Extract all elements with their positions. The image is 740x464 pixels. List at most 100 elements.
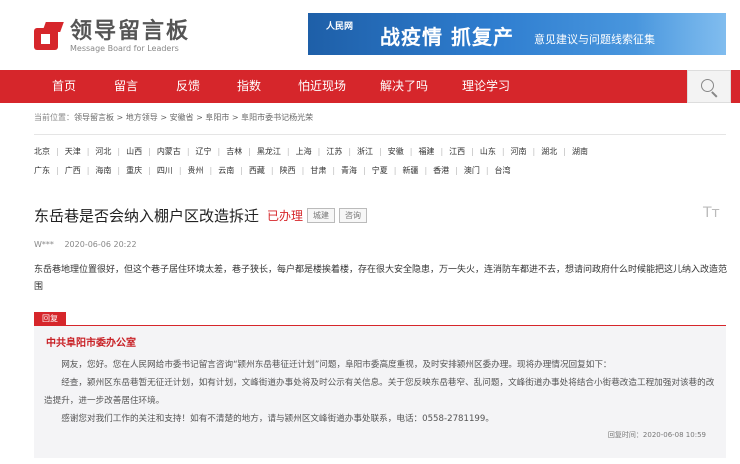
region-link[interactable]: 重庆: [126, 165, 142, 176]
region-separator: |: [286, 147, 290, 156]
logo-title: 领导留言板: [70, 19, 191, 44]
logo-mark-icon: [34, 22, 64, 52]
region-separator: |: [86, 166, 90, 175]
region-separator: |: [485, 166, 489, 175]
font-size-icon[interactable]: Tт: [703, 205, 720, 221]
message-time: 2020-06-06 20:22: [64, 240, 137, 249]
region-link[interactable]: 江西: [449, 146, 465, 157]
reply-organization: 中共阜阳市委办公室: [46, 338, 136, 349]
reply-paragraph: 网友，您好。您在人民网给市委书记留言咨询“颍州东岳巷征迁计划”问题，阜阳市委高度…: [61, 360, 612, 370]
region-link[interactable]: 青海: [341, 165, 357, 176]
region-link[interactable]: 河北: [95, 146, 111, 157]
region-separator: |: [117, 147, 121, 156]
region-link[interactable]: 内蒙古: [157, 146, 181, 157]
region-separator: |: [270, 166, 274, 175]
region-link[interactable]: 上海: [296, 146, 312, 157]
region-link[interactable]: 安徽: [388, 146, 404, 157]
reply-paragraph: 感谢您对我们工作的关注和支持！如有不清楚的地方，请与颍州区文峰街道办事处联系，电…: [61, 414, 494, 424]
region-link[interactable]: 湖南: [572, 146, 588, 157]
region-list-row-2: 广东 | 广西 | 海南 | 重庆 | 四川 | 贵州 | 云南 | 西藏 | 陕西 | 甘肃 | 青海 | 宁夏 | 新疆 | 香…: [34, 165, 511, 176]
reply-section: 中共阜阳市委办公室 网友，您好。您在人民网给市委书记留言咨询“颍州东岳巷征迁计划…: [34, 326, 726, 458]
region-link[interactable]: 广西: [65, 165, 81, 176]
region-link[interactable]: 云南: [218, 165, 234, 176]
region-separator: |: [332, 166, 336, 175]
nav-item-theory[interactable]: 理论学习: [462, 70, 510, 103]
region-separator: |: [178, 166, 182, 175]
region-link[interactable]: 湖北: [541, 146, 557, 157]
region-separator: |: [186, 147, 190, 156]
nav-item-index[interactable]: 指数: [237, 70, 261, 103]
region-link[interactable]: 西藏: [249, 165, 265, 176]
region-separator: |: [363, 166, 366, 175]
banner-logo: 人民网: [326, 22, 354, 32]
region-link[interactable]: 新疆: [402, 165, 418, 176]
campaign-banner[interactable]: 人民网 战疫情 抓复产 意见建议与问题线索征集: [308, 13, 726, 55]
region-separator: |: [501, 147, 505, 156]
region-separator: |: [409, 147, 413, 156]
region-link[interactable]: 吉林: [226, 146, 242, 157]
breadcrumb: 当前位置：领导留言板 > 地方领导 > 安徽省 > 阜阳市 > 阜阳市委书记杨光…: [34, 112, 313, 123]
nav-item-feedback[interactable]: 反馈: [176, 70, 200, 103]
region-separator: |: [532, 147, 536, 156]
region-link[interactable]: 福建: [418, 146, 434, 157]
banner-headline: 战疫情 抓复产: [380, 25, 514, 49]
region-link[interactable]: 河南: [511, 146, 527, 157]
region-separator: |: [240, 166, 243, 175]
region-link[interactable]: 贵州: [188, 165, 204, 176]
region-separator: |: [148, 166, 151, 175]
banner-decoration: [636, 13, 726, 55]
region-separator: |: [424, 166, 428, 175]
nav-item-scene[interactable]: 怕近现场: [298, 70, 346, 103]
region-link[interactable]: 天津: [65, 146, 81, 157]
region-link[interactable]: 山西: [126, 146, 142, 157]
region-separator: |: [209, 166, 213, 175]
region-link[interactable]: 陕西: [280, 165, 296, 176]
region-separator: |: [248, 147, 251, 156]
region-link[interactable]: 台湾: [495, 165, 511, 176]
status-badge: 已办理: [267, 209, 304, 223]
region-link[interactable]: 香港: [433, 165, 449, 176]
divider: [34, 134, 726, 135]
nav-item-resolved[interactable]: 解决了吗: [380, 70, 428, 103]
region-link[interactable]: 北京: [34, 146, 50, 157]
region-separator: |: [455, 166, 458, 175]
region-link[interactable]: 江苏: [326, 146, 342, 157]
reply-badge: 回复: [34, 312, 66, 325]
region-link[interactable]: 山东: [480, 146, 496, 157]
region-link[interactable]: 海南: [95, 165, 111, 176]
region-separator: |: [301, 166, 305, 175]
region-separator: |: [563, 147, 566, 156]
nav-item-home[interactable]: 首页: [52, 70, 76, 103]
logo-subtitle: Message Board for Leaders: [70, 44, 179, 53]
search-button[interactable]: [687, 70, 731, 103]
tag-urban-construction[interactable]: 城建: [307, 208, 336, 223]
breadcrumb-label: 当前位置：: [34, 113, 74, 122]
region-link[interactable]: 广东: [34, 165, 50, 176]
region-separator: |: [86, 147, 90, 156]
breadcrumb-path[interactable]: 领导留言板 > 地方领导 > 安徽省 > 阜阳市 > 阜阳市委书记杨光荣: [74, 113, 313, 122]
region-separator: |: [148, 147, 151, 156]
nav-item-messages[interactable]: 留言: [114, 70, 138, 103]
region-link[interactable]: 黑龙江: [257, 146, 281, 157]
region-list-row-1: 北京 | 天津 | 河北 | 山西 | 内蒙古 | 辽宁 | 吉林 | 黑龙江 | 上海 | 江苏 | 浙江 | 安徽 | 福建…: [34, 146, 588, 157]
reply-paragraph: 经查，颍州区东岳巷暂无征迁计划，如有计划，文峰街道办事处将及时公示有关信息。关于…: [44, 378, 715, 406]
region-separator: |: [117, 166, 121, 175]
message-content: 东岳巷地理位置很好，但这个巷子居住环境太差，巷子狭长，每户都是楼挨着楼，存在很大…: [34, 265, 728, 292]
site-header: 领导留言板 Message Board for Leaders 人民网 战疫情 …: [0, 0, 740, 70]
region-link[interactable]: 四川: [157, 165, 173, 176]
region-link[interactable]: 澳门: [464, 165, 480, 176]
tag-inquiry[interactable]: 咨询: [339, 208, 368, 223]
main-nav: 首页 留言 反馈 指数 怕近现场 解决了吗 理论学习: [0, 70, 740, 103]
message-title: 东岳巷是否会纳入棚户区改造拆迁: [34, 207, 260, 225]
region-separator: |: [348, 147, 352, 156]
message-author: W***: [34, 240, 54, 249]
region-link[interactable]: 甘肃: [310, 165, 326, 176]
region-link[interactable]: 宁夏: [372, 165, 388, 176]
region-link[interactable]: 辽宁: [196, 146, 212, 157]
reply-body: 网友，您好。您在人民网给市委书记留言咨询“颍州东岳巷征迁计划”问题，阜阳市委高度…: [44, 356, 716, 428]
reply-time: 回复时间：2020-06-08 10:59: [607, 431, 706, 439]
region-separator: |: [317, 147, 321, 156]
site-logo[interactable]: 领导留言板 Message Board for Leaders: [34, 20, 190, 54]
region-link[interactable]: 浙江: [357, 146, 373, 157]
region-separator: |: [379, 147, 382, 156]
